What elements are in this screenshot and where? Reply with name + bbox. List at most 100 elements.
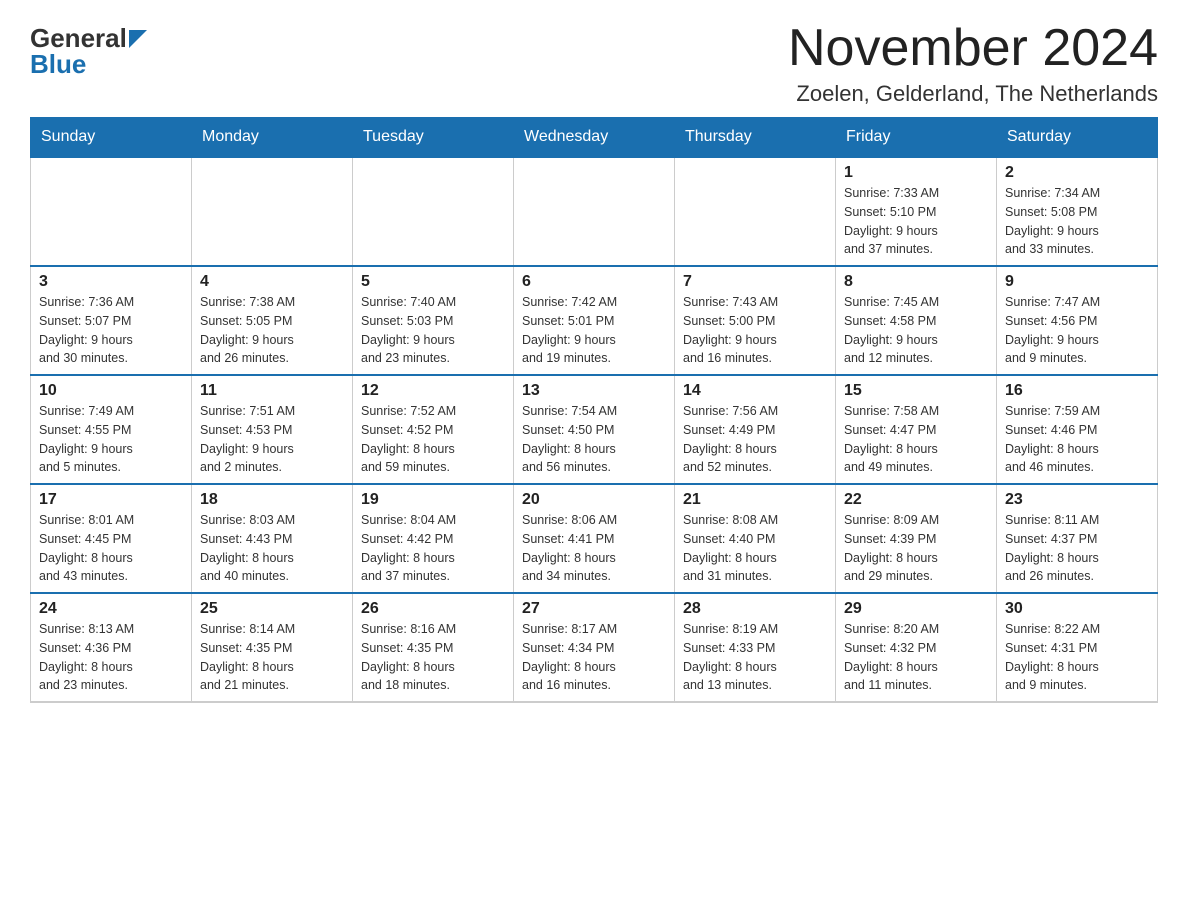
calendar-cell: 30 Sunrise: 8:22 AM Sunset: 4:31 PM Dayli…: [997, 593, 1158, 702]
month-title: November 2024: [788, 20, 1158, 77]
calendar-cell: 13 Sunrise: 7:54 AM Sunset: 4:50 PM Dayli…: [514, 375, 675, 484]
calendar-cell: 1 Sunrise: 7:33 AM Sunset: 5:10 PM Daylig…: [836, 157, 997, 266]
calendar-cell: [192, 157, 353, 266]
day-number: 18: [200, 491, 344, 509]
day-number: 2: [1005, 164, 1149, 182]
day-info: Sunrise: 7:59 AM Sunset: 4:46 PM Dayligh…: [1005, 404, 1100, 474]
day-number: 9: [1005, 273, 1149, 291]
day-info: Sunrise: 7:38 AM Sunset: 5:05 PM Dayligh…: [200, 295, 295, 365]
day-number: 1: [844, 164, 988, 182]
day-info: Sunrise: 8:20 AM Sunset: 4:32 PM Dayligh…: [844, 622, 939, 692]
day-info: Sunrise: 8:09 AM Sunset: 4:39 PM Dayligh…: [844, 513, 939, 583]
day-info: Sunrise: 8:16 AM Sunset: 4:35 PM Dayligh…: [361, 622, 456, 692]
week-row-3: 10 Sunrise: 7:49 AM Sunset: 4:55 PM Dayli…: [31, 375, 1158, 484]
calendar-cell: [31, 157, 192, 266]
calendar-cell: 14Sunrise: 7:56 AM Sunset: 4:49 PM Dayli…: [675, 375, 836, 484]
location-subtitle: Zoelen, Gelderland, The Netherlands: [788, 81, 1158, 107]
calendar-cell: 27Sunrise: 8:17 AM Sunset: 4:34 PM Dayli…: [514, 593, 675, 702]
day-number: 11: [200, 382, 344, 400]
day-info: Sunrise: 8:22 AM Sunset: 4:31 PM Dayligh…: [1005, 622, 1100, 692]
day-number: 20: [522, 491, 666, 509]
day-info: Sunrise: 7:40 AM Sunset: 5:03 PM Dayligh…: [361, 295, 456, 365]
calendar-cell: 23Sunrise: 8:11 AM Sunset: 4:37 PM Dayli…: [997, 484, 1158, 593]
calendar-cell: 9Sunrise: 7:47 AM Sunset: 4:56 PM Daylig…: [997, 266, 1158, 375]
day-number: 21: [683, 491, 827, 509]
calendar-body: 1 Sunrise: 7:33 AM Sunset: 5:10 PM Daylig…: [31, 157, 1158, 702]
day-info: Sunrise: 8:17 AM Sunset: 4:34 PM Dayligh…: [522, 622, 617, 692]
day-number: 16: [1005, 382, 1149, 400]
day-info: Sunrise: 7:49 AM Sunset: 4:55 PM Dayligh…: [39, 404, 134, 474]
day-number: 19: [361, 491, 505, 509]
calendar-cell: 11 Sunrise: 7:51 AM Sunset: 4:53 PM Dayli…: [192, 375, 353, 484]
day-info: Sunrise: 7:34 AM Sunset: 5:08 PM Dayligh…: [1005, 186, 1100, 256]
day-number: 12: [361, 382, 505, 400]
day-info: Sunrise: 7:52 AM Sunset: 4:52 PM Dayligh…: [361, 404, 456, 474]
calendar-cell: 5Sunrise: 7:40 AM Sunset: 5:03 PM Daylig…: [353, 266, 514, 375]
calendar-cell: 20Sunrise: 8:06 AM Sunset: 4:41 PM Dayli…: [514, 484, 675, 593]
logo-blue: Blue: [30, 51, 86, 77]
weekday-header-wednesday: Wednesday: [514, 118, 675, 158]
day-number: 24: [39, 600, 183, 618]
weekday-header-friday: Friday: [836, 118, 997, 158]
day-info: Sunrise: 8:04 AM Sunset: 4:42 PM Dayligh…: [361, 513, 456, 583]
calendar-header: SundayMondayTuesdayWednesdayThursdayFrid…: [31, 118, 1158, 158]
day-info: Sunrise: 7:54 AM Sunset: 4:50 PM Dayligh…: [522, 404, 617, 474]
day-number: 14: [683, 382, 827, 400]
day-number: 15: [844, 382, 988, 400]
day-number: 23: [1005, 491, 1149, 509]
calendar-cell: 6 Sunrise: 7:42 AM Sunset: 5:01 PM Daylig…: [514, 266, 675, 375]
logo-general: General: [30, 25, 127, 51]
day-number: 7: [683, 273, 827, 291]
day-info: Sunrise: 8:13 AM Sunset: 4:36 PM Dayligh…: [39, 622, 134, 692]
calendar-cell: 4 Sunrise: 7:38 AM Sunset: 5:05 PM Daylig…: [192, 266, 353, 375]
day-number: 4: [200, 273, 344, 291]
day-number: 25: [200, 600, 344, 618]
day-info: Sunrise: 7:36 AM Sunset: 5:07 PM Dayligh…: [39, 295, 134, 365]
day-info: Sunrise: 7:43 AM Sunset: 5:00 PM Dayligh…: [683, 295, 778, 365]
day-info: Sunrise: 7:45 AM Sunset: 4:58 PM Dayligh…: [844, 295, 939, 365]
day-info: Sunrise: 7:42 AM Sunset: 5:01 PM Dayligh…: [522, 295, 617, 365]
calendar-cell: 10 Sunrise: 7:49 AM Sunset: 4:55 PM Dayli…: [31, 375, 192, 484]
calendar-cell: 25Sunrise: 8:14 AM Sunset: 4:35 PM Dayli…: [192, 593, 353, 702]
day-number: 10: [39, 382, 183, 400]
calendar-cell: 24 Sunrise: 8:13 AM Sunset: 4:36 PM Dayli…: [31, 593, 192, 702]
logo: General Blue: [30, 20, 147, 77]
day-number: 30: [1005, 600, 1149, 618]
header: General Blue November 2024 Zoelen, Gelde…: [30, 20, 1158, 107]
day-info: Sunrise: 8:03 AM Sunset: 4:43 PM Dayligh…: [200, 513, 295, 583]
day-number: 6: [522, 273, 666, 291]
calendar-cell: 17 Sunrise: 8:01 AM Sunset: 4:45 PM Dayli…: [31, 484, 192, 593]
weekday-header-row: SundayMondayTuesdayWednesdayThursdayFrid…: [31, 118, 1158, 158]
day-number: 28: [683, 600, 827, 618]
day-info: Sunrise: 8:19 AM Sunset: 4:33 PM Dayligh…: [683, 622, 778, 692]
day-info: Sunrise: 8:01 AM Sunset: 4:45 PM Dayligh…: [39, 513, 134, 583]
calendar-cell: 8 Sunrise: 7:45 AM Sunset: 4:58 PM Daylig…: [836, 266, 997, 375]
day-number: 3: [39, 273, 183, 291]
weekday-header-tuesday: Tuesday: [353, 118, 514, 158]
week-row-2: 3 Sunrise: 7:36 AM Sunset: 5:07 PM Daylig…: [31, 266, 1158, 375]
weekday-header-thursday: Thursday: [675, 118, 836, 158]
calendar-cell: 22 Sunrise: 8:09 AM Sunset: 4:39 PM Dayli…: [836, 484, 997, 593]
calendar-cell: 16 Sunrise: 7:59 AM Sunset: 4:46 PM Dayli…: [997, 375, 1158, 484]
calendar-cell: 7 Sunrise: 7:43 AM Sunset: 5:00 PM Daylig…: [675, 266, 836, 375]
day-number: 13: [522, 382, 666, 400]
title-area: November 2024 Zoelen, Gelderland, The Ne…: [788, 20, 1158, 107]
day-number: 26: [361, 600, 505, 618]
day-number: 8: [844, 273, 988, 291]
day-number: 22: [844, 491, 988, 509]
calendar-cell: [514, 157, 675, 266]
week-row-1: 1 Sunrise: 7:33 AM Sunset: 5:10 PM Daylig…: [31, 157, 1158, 266]
day-info: Sunrise: 8:08 AM Sunset: 4:40 PM Dayligh…: [683, 513, 778, 583]
day-info: Sunrise: 7:51 AM Sunset: 4:53 PM Dayligh…: [200, 404, 295, 474]
day-number: 17: [39, 491, 183, 509]
day-info: Sunrise: 7:58 AM Sunset: 4:47 PM Dayligh…: [844, 404, 939, 474]
logo-triangle-icon: [129, 30, 147, 48]
week-row-5: 24 Sunrise: 8:13 AM Sunset: 4:36 PM Dayli…: [31, 593, 1158, 702]
calendar-cell: 21 Sunrise: 8:08 AM Sunset: 4:40 PM Dayli…: [675, 484, 836, 593]
calendar-cell: 3 Sunrise: 7:36 AM Sunset: 5:07 PM Daylig…: [31, 266, 192, 375]
calendar-cell: 18 Sunrise: 8:03 AM Sunset: 4:43 PM Dayli…: [192, 484, 353, 593]
day-info: Sunrise: 7:33 AM Sunset: 5:10 PM Dayligh…: [844, 186, 939, 256]
calendar-cell: [353, 157, 514, 266]
calendar-cell: [675, 157, 836, 266]
weekday-header-monday: Monday: [192, 118, 353, 158]
